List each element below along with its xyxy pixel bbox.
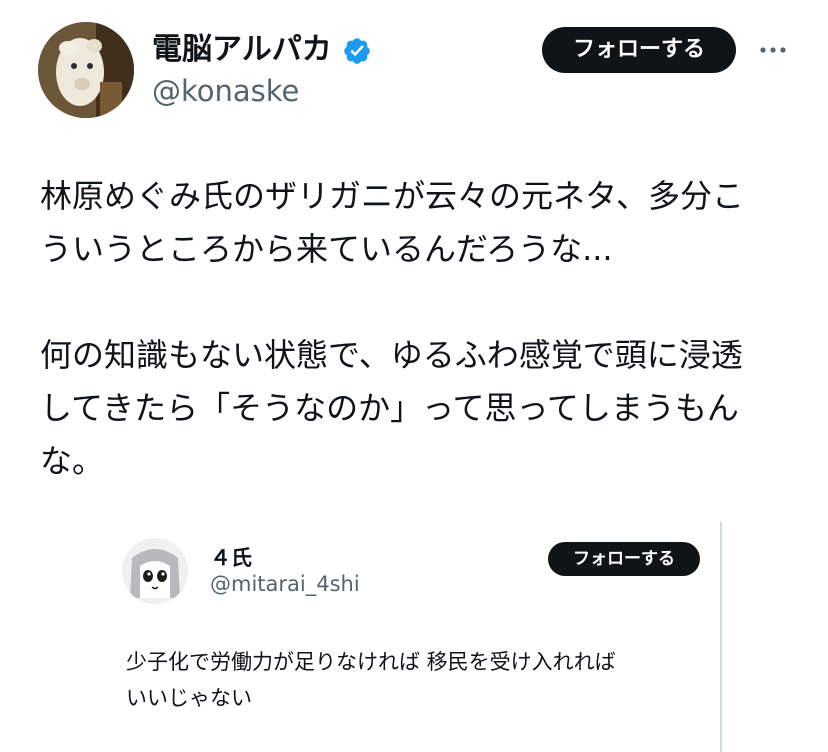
cartoon-character-avatar-icon [122,538,188,604]
alpaca-avatar-icon [38,22,134,118]
quoted-follow-button[interactable]: フォローする [548,542,700,576]
author-handle[interactable]: @konaske [152,72,299,110]
quoted-tweet-text: 少子化で労働力が足りなければ 移民を受け入れれば いいじゃない [126,650,616,710]
quoted-tweet[interactable]: ４氏 @mitarai_4shi フォローする 少子化で労働力が足りなければ 移… [108,522,722,752]
author-display-name[interactable]: 電脳アルパカ [152,30,332,70]
follow-button[interactable]: フォローする [542,27,736,73]
more-dots-icon[interactable] [758,40,788,60]
tweet-text: 林原めぐみ氏のザリガニが云々の元ネタ、多分こ ういうところから来ているんだろうな… [40,177,745,480]
quoted-author-avatar[interactable] [122,538,188,604]
verified-badge-icon [344,38,370,64]
quoted-author-display-name[interactable]: ４氏 [210,542,252,572]
quoted-author-handle[interactable]: @mitarai_4shi [210,572,360,596]
author-avatar[interactable] [38,22,134,118]
